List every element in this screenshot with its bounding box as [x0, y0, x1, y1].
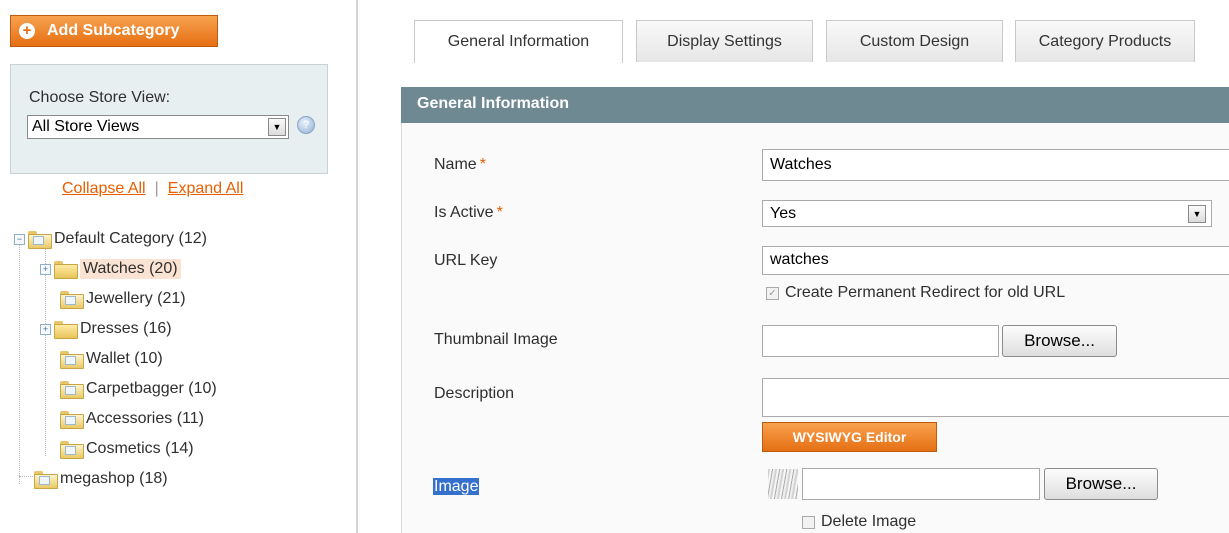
redirect-checkbox[interactable]: ✓	[766, 286, 779, 300]
tab-custom-design[interactable]: Custom Design	[826, 20, 1003, 62]
expand-all-link[interactable]: Expand All	[168, 180, 244, 197]
dropdown-arrow-icon[interactable]: ▼	[268, 118, 286, 136]
tree-connector	[19, 244, 20, 484]
tree-node-jewellery[interactable]: Jewellery (21)	[60, 286, 186, 312]
thumbnail-label: Thumbnail Image	[434, 331, 558, 348]
folder-doc-icon	[34, 471, 58, 489]
folder-doc-icon	[60, 441, 84, 459]
folder-open-icon	[28, 231, 52, 249]
redirect-checkbox-row: ✓ Create Permanent Redirect for old URL	[766, 284, 1065, 302]
collapse-all-link[interactable]: Collapse All	[62, 180, 146, 197]
is-active-label: Is Active *	[434, 204, 503, 222]
url-key-label: URL Key	[434, 252, 498, 269]
tree-node-default-category[interactable]: − Default Category (12)	[14, 226, 207, 252]
tab-display-settings[interactable]: Display Settings	[636, 20, 813, 62]
folder-icon	[54, 261, 78, 279]
browse-label: Browse...	[1065, 474, 1137, 493]
tree-node-label: Dresses (16)	[80, 320, 172, 337]
tree-controls: Collapse All | Expand All	[62, 180, 243, 198]
browse-label: Browse...	[1024, 331, 1095, 350]
general-information-form: Name * Watches Is Active * Yes ▼ URL Key w…	[401, 123, 1229, 533]
required-mark: *	[496, 204, 503, 221]
tree-node-dresses[interactable]: + Dresses (16)	[40, 316, 172, 342]
column-divider	[356, 0, 358, 533]
help-icon[interactable]: ?	[297, 116, 315, 134]
tree-node-label: Watches (20)	[80, 259, 181, 279]
folder-icon	[54, 321, 78, 339]
tree-node-wallet[interactable]: Wallet (10)	[60, 346, 163, 372]
folder-doc-icon	[60, 351, 84, 369]
is-active-value: Yes	[770, 205, 797, 222]
tree-node-label: Jewellery (21)	[86, 290, 186, 307]
add-subcategory-label: Add Subcategory	[47, 22, 180, 39]
category-sidebar: + Add Subcategory Choose Store View: All…	[0, 0, 360, 533]
folder-doc-icon	[60, 291, 84, 309]
url-key-input[interactable]: watches	[762, 246, 1229, 275]
image-browse-button[interactable]: Browse...	[1044, 468, 1158, 500]
tree-node-carpetbagger[interactable]: Carpetbagger (10)	[60, 376, 217, 402]
url-key-value: watches	[770, 251, 829, 268]
name-input[interactable]: Watches	[762, 149, 1229, 181]
section-header: General Information	[401, 87, 1229, 123]
tree-node-label: megashop (18)	[60, 470, 168, 487]
name-value: Watches	[770, 156, 832, 173]
is-active-select[interactable]: Yes ▼	[762, 200, 1212, 227]
folder-doc-icon	[60, 411, 84, 429]
store-view-label: Choose Store View:	[29, 89, 171, 106]
tree-connector	[19, 476, 33, 477]
add-subcategory-button[interactable]: + Add Subcategory	[10, 15, 218, 47]
is-active-label-text: Is Active	[434, 204, 494, 221]
tree-node-megashop[interactable]: megashop (18)	[34, 466, 168, 492]
tab-label: Custom Design	[859, 32, 970, 50]
category-tree: − Default Category (12) + Watches (20) J…	[14, 226, 354, 496]
expand-node-icon[interactable]: +	[40, 323, 51, 335]
tree-node-cosmetics[interactable]: Cosmetics (14)	[60, 436, 194, 462]
name-label: Name *	[434, 156, 486, 174]
store-view-value: All Store Views	[32, 118, 140, 135]
tree-node-label: Default Category (12)	[54, 230, 207, 247]
tab-label: Category Products	[1038, 32, 1172, 50]
image-label-text: Image	[433, 478, 480, 495]
tab-label: General Information	[447, 33, 590, 50]
tab-label: Display Settings	[667, 32, 782, 50]
thumbnail-file-input[interactable]	[762, 325, 999, 357]
description-textarea[interactable]	[762, 378, 1229, 417]
tree-node-label: Carpetbagger (10)	[86, 380, 217, 397]
folder-doc-icon	[60, 381, 84, 399]
collapse-node-icon[interactable]: −	[14, 233, 25, 245]
plus-circle-icon: +	[19, 23, 35, 39]
image-label: Image	[433, 478, 480, 496]
tree-controls-separator: |	[154, 180, 159, 197]
tree-node-label: Cosmetics (14)	[86, 440, 194, 457]
delete-image-row: Delete Image	[802, 513, 916, 531]
tree-node-watches[interactable]: + Watches (20)	[40, 256, 181, 282]
dropdown-arrow-icon[interactable]: ▼	[1188, 205, 1206, 223]
tree-node-label: Accessories (11)	[86, 410, 204, 427]
wysiwyg-label: WYSIWYG Editor	[792, 429, 907, 445]
delete-image-checkbox[interactable]	[802, 515, 815, 529]
wysiwyg-editor-button[interactable]: WYSIWYG Editor	[762, 422, 937, 452]
delete-image-label: Delete Image	[821, 513, 917, 530]
description-label: Description	[434, 385, 515, 402]
section-title: General Information	[417, 95, 570, 112]
thumbnail-browse-button[interactable]: Browse...	[1002, 325, 1117, 357]
redirect-label: Create Permanent Redirect for old URL	[785, 284, 1066, 301]
tree-node-label: Wallet (10)	[86, 350, 163, 367]
required-mark: *	[479, 156, 486, 173]
name-label-text: Name	[434, 156, 477, 173]
image-file-input[interactable]	[802, 468, 1040, 500]
tab-category-products[interactable]: Category Products	[1015, 20, 1195, 62]
tab-general-information[interactable]: General Information	[414, 20, 623, 63]
image-thumbnail	[768, 469, 798, 499]
tree-node-accessories[interactable]: Accessories (11)	[60, 406, 204, 432]
store-view-select[interactable]: All Store Views ▼	[27, 115, 289, 139]
expand-node-icon[interactable]: +	[40, 263, 51, 275]
store-view-panel: Choose Store View: All Store Views ▼ ?	[10, 64, 328, 174]
